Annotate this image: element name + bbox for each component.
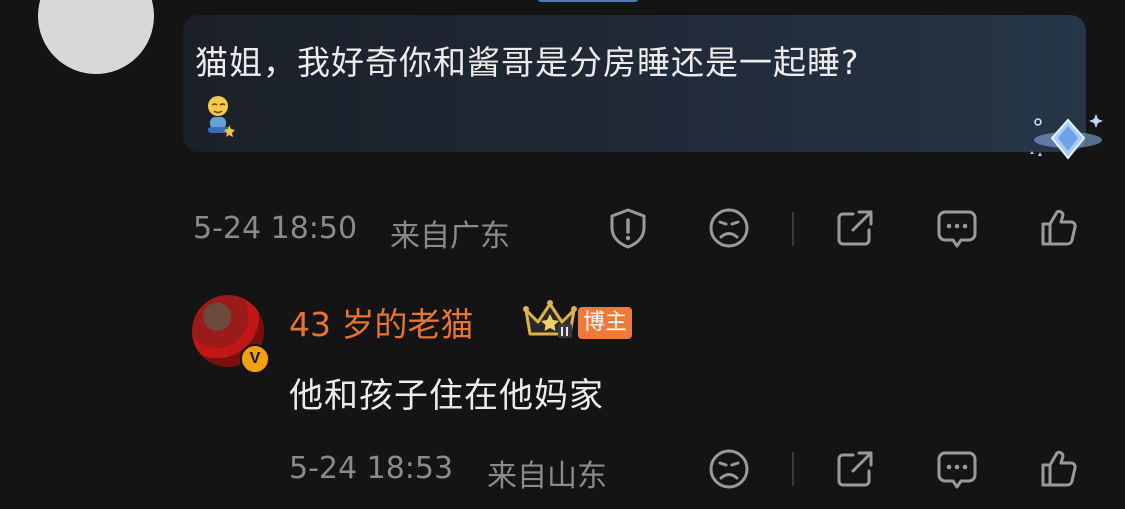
comment-icon[interactable] xyxy=(935,447,979,491)
user-level-badge xyxy=(538,0,638,2)
divider xyxy=(792,452,794,486)
share-icon[interactable] xyxy=(833,447,877,491)
divider xyxy=(792,212,794,246)
author-name[interactable]: 43 岁的老猫 xyxy=(289,298,473,346)
crown-icon xyxy=(523,300,577,338)
like-icon[interactable] xyxy=(1037,206,1081,250)
comment-location: 来自广东 xyxy=(390,219,510,254)
dislike-icon[interactable] xyxy=(707,447,751,491)
emoji-sticker-icon xyxy=(208,96,235,137)
reply-text: 他和孩子住在他妈家 xyxy=(289,376,604,416)
comment-text: 猫姐，我好奇你和酱哥是分房睡还是一起睡? xyxy=(195,43,860,82)
like-icon[interactable] xyxy=(1037,447,1081,491)
diamond-decoration-icon xyxy=(1030,114,1103,160)
report-icon[interactable] xyxy=(606,206,650,250)
comment-timestamp: 5-24 18:50 xyxy=(193,211,358,246)
comment-icon[interactable] xyxy=(935,206,979,250)
reply-timestamp: 5-24 18:53 xyxy=(289,451,454,486)
verified-badge-icon: V xyxy=(240,344,270,374)
dislike-icon[interactable] xyxy=(707,206,751,250)
author-badge: 博主 xyxy=(578,307,632,339)
commenter-avatar[interactable] xyxy=(38,0,154,74)
reply-location: 来自山东 xyxy=(487,459,607,494)
share-icon[interactable] xyxy=(833,206,877,250)
